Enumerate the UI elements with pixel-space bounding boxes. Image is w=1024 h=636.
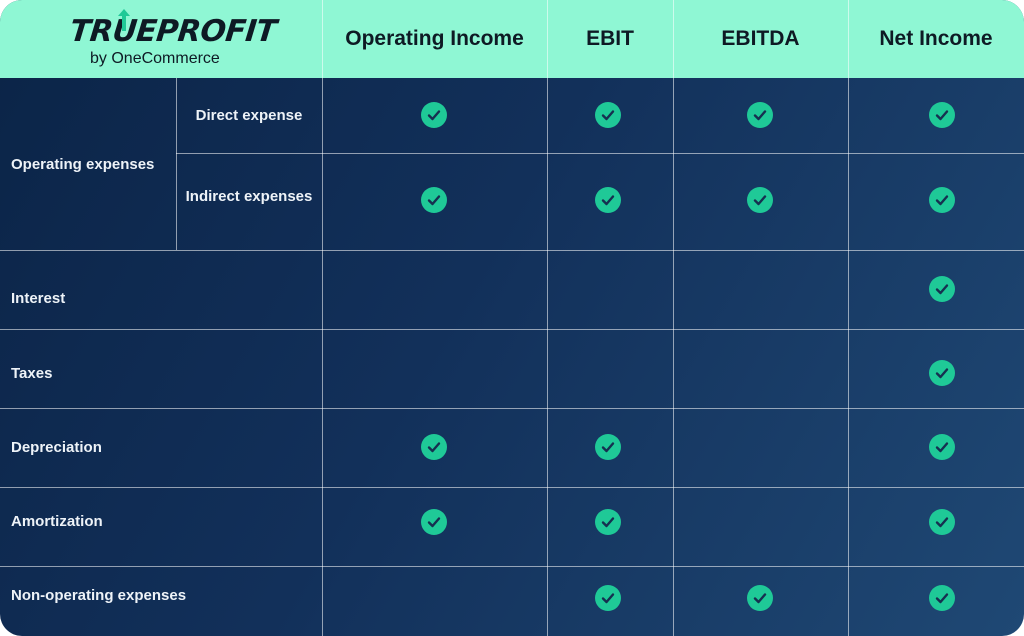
col-header-net-income: Net Income bbox=[879, 27, 993, 50]
check-icon bbox=[595, 585, 621, 611]
comparison-table: TRUEPROFIT by OneCommerce Operating Inco… bbox=[0, 0, 1024, 636]
check-icon bbox=[595, 509, 621, 535]
check-icon bbox=[595, 187, 621, 213]
check-icon bbox=[747, 102, 773, 128]
row-label-interest: Interest bbox=[11, 289, 66, 307]
row-label-indirect-expenses: Indirect expenses bbox=[185, 188, 313, 205]
check-icon bbox=[421, 434, 447, 460]
check-icon bbox=[747, 187, 773, 213]
check-icon bbox=[595, 102, 621, 128]
row-label-taxes: Taxes bbox=[11, 364, 53, 382]
check-icon bbox=[747, 585, 773, 611]
col-header-operating-income: Operating Income bbox=[345, 27, 524, 50]
row-label-amortization: Amortization bbox=[11, 512, 103, 530]
row-label-direct-expense: Direct expense bbox=[195, 107, 303, 124]
row-label-depreciation: Depreciation bbox=[11, 438, 102, 456]
arrow-up-icon bbox=[118, 9, 130, 31]
check-icon bbox=[421, 102, 447, 128]
check-icon bbox=[929, 187, 955, 213]
check-icon bbox=[929, 509, 955, 535]
trueprofit-logo: TRUEPROFIT by OneCommerce bbox=[0, 0, 322, 78]
row-label-operating-expenses: Operating expenses bbox=[11, 155, 155, 173]
row-label-non-operating-expenses: Non-operating expenses bbox=[11, 586, 187, 604]
check-icon bbox=[929, 434, 955, 460]
col-header-ebit: EBIT bbox=[586, 27, 634, 50]
check-icon bbox=[421, 509, 447, 535]
logo-tagline: by OneCommerce bbox=[90, 50, 220, 67]
check-icon bbox=[595, 434, 621, 460]
grid-line bbox=[0, 487, 1024, 488]
grid-line bbox=[0, 250, 1024, 251]
check-icon bbox=[929, 360, 955, 386]
grid-line bbox=[673, 0, 674, 636]
grid-line bbox=[0, 408, 1024, 409]
grid-line bbox=[0, 329, 1024, 330]
check-icon bbox=[929, 102, 955, 128]
check-icon bbox=[929, 585, 955, 611]
check-icon bbox=[929, 276, 955, 302]
logo-brand: TRUEPROFIT bbox=[68, 14, 278, 49]
grid-line bbox=[848, 0, 849, 636]
grid-line bbox=[322, 0, 323, 636]
grid-line bbox=[547, 0, 548, 636]
check-icon bbox=[421, 187, 447, 213]
col-header-ebitda: EBITDA bbox=[721, 27, 800, 50]
